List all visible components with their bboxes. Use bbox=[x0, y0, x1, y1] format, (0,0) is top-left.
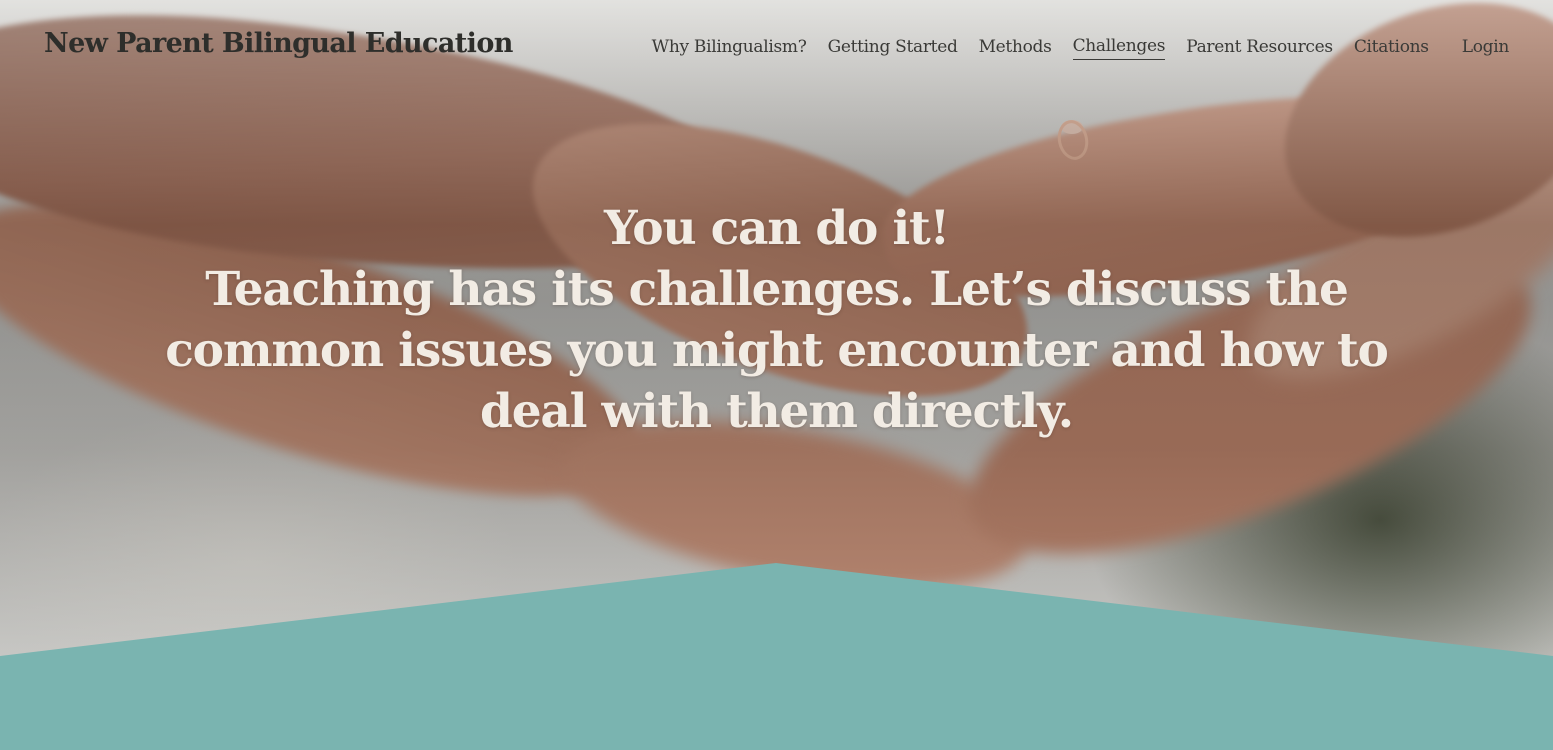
nav-item-methods[interactable]: Methods bbox=[979, 37, 1052, 60]
nav-item-getting-started[interactable]: Getting Started bbox=[828, 37, 958, 60]
site-title[interactable]: New Parent Bilingual Education bbox=[44, 28, 513, 59]
login-link[interactable]: Login bbox=[1462, 37, 1510, 60]
nav-item-why-bilingualism[interactable]: Why Bilingualism? bbox=[652, 37, 807, 60]
nav-item-challenges[interactable]: Challenges bbox=[1072, 36, 1166, 60]
main-navigation: Why Bilingualism? Getting Started Method… bbox=[652, 36, 1509, 60]
hero-heading-line-2: Teaching has its challenges. Let’s discu… bbox=[165, 262, 1389, 439]
nav-item-parent-resources[interactable]: Parent Resources bbox=[1186, 37, 1333, 60]
nav-item-citations[interactable]: Citations bbox=[1354, 37, 1429, 60]
hero-heading: You can do it! Teaching has its challeng… bbox=[150, 198, 1403, 442]
hero-heading-line-1: You can do it! bbox=[604, 201, 950, 256]
